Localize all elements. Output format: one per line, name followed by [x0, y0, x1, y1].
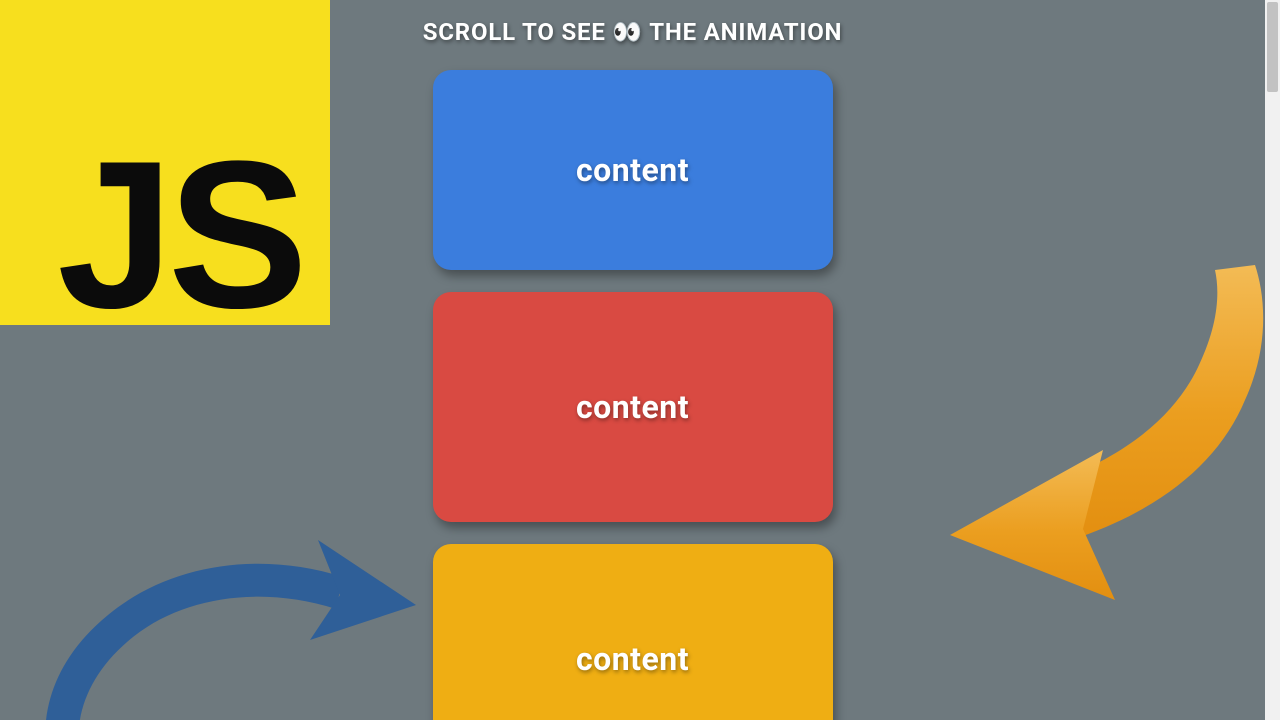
vertical-scrollbar[interactable]	[1265, 0, 1280, 720]
content-card-3-label: content	[576, 640, 689, 678]
js-logo: JS	[0, 0, 330, 325]
content-card-2: content	[433, 292, 833, 522]
curved-arrow-right-icon	[915, 235, 1265, 605]
curved-arrow-left-icon	[18, 505, 418, 720]
js-logo-text: JS	[57, 138, 302, 331]
content-card-1-label: content	[576, 151, 689, 189]
content-card-2-label: content	[576, 388, 689, 426]
content-card-3: content	[433, 544, 833, 720]
page-heading: SCROLL TO SEE 👀 THE ANIMATION	[423, 18, 843, 46]
scrollbar-thumb[interactable]	[1267, 2, 1278, 92]
page-viewport: JS SCROLL TO SEE 👀 THE ANIMATION content…	[0, 0, 1265, 720]
content-card-1: content	[433, 70, 833, 270]
